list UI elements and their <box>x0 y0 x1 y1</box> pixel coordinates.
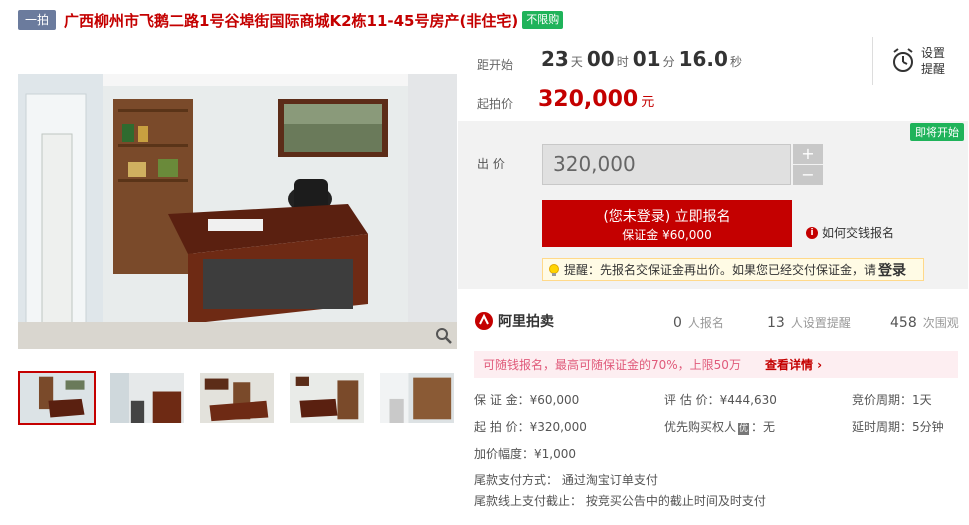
start-price-value: 320,000 <box>538 87 639 112</box>
signup-count-num: 0 <box>673 315 682 331</box>
thumbnail-4[interactable] <box>288 371 366 425</box>
thumbnail-1[interactable] <box>18 371 96 425</box>
thumbnail-2[interactable] <box>108 371 186 425</box>
bid-cycle-info: 竞价周期：1天 <box>852 393 932 407</box>
countdown-days: 23 <box>541 47 569 71</box>
reminder-count-num: 13 <box>767 315 785 331</box>
reminder-label-2: 提醒 <box>921 62 946 76</box>
bid-panel: 即将开始 出 价 320,000 + − (您未登录) 立即报名 保证金 ¥60… <box>458 121 968 289</box>
ali-auction-logo-icon <box>475 312 493 330</box>
countdown-seconds-unit: 秒 <box>729 55 742 69</box>
start-price: 320,000 元 <box>538 87 654 112</box>
decrease-bid-button[interactable]: − <box>793 165 823 185</box>
main-photo[interactable] <box>18 74 457 349</box>
loan-text: 可随钱报名，最高可随保证金的70%，上限50万 <box>483 358 741 372</box>
loan-banner: 可随钱报名，最高可随保证金的70%，上限50万 查看详情 › <box>474 351 958 378</box>
increment-info: 加价幅度：¥1,000 <box>474 447 576 461</box>
login-tip: 提醒：先报名交保证金再出价。如果您已经交付保证金，请 登录 <box>542 258 924 281</box>
bid-label: 出 价 <box>477 157 505 171</box>
priority-badge: 优 <box>738 423 750 435</box>
countdown-seconds: 16.0 <box>678 47 728 71</box>
countdown-timer: 23 天 00 时 01 分 16.0 秒 <box>541 47 746 71</box>
payment-deadline-info: 尾款线上支付截止： 按竞买公告中的截止时间及时支付 <box>474 494 766 508</box>
brand-logo: 阿里拍卖 <box>474 311 554 331</box>
thumbnail-strip <box>18 371 456 425</box>
bid-amount-input[interactable]: 320,000 <box>542 144 791 185</box>
auction-round-badge: 一拍 <box>18 10 57 30</box>
signup-deposit-label: 保证金 ¥60,000 <box>622 228 712 242</box>
zoom-icon[interactable] <box>435 327 453 345</box>
view-count-label: 次围观 <box>922 316 959 330</box>
priority-buyer-label: 优先购买权人 <box>664 420 737 434</box>
set-reminder-button[interactable]: 设置 提醒 <box>872 37 952 85</box>
delay-cycle-info: 延时周期：5分钟 <box>852 420 944 434</box>
countdown-minutes: 01 <box>632 47 661 71</box>
signup-count: 0 人报名 <box>673 314 724 331</box>
lightbulb-icon <box>549 263 559 276</box>
appraisal-info: 评 估 价：¥444,630 <box>664 393 777 407</box>
countdown-days-unit: 天 <box>570 55 583 69</box>
start-price-unit: 元 <box>641 95 655 110</box>
payment-method-info: 尾款支付方式： 通过淘宝订单支付 <box>474 473 658 487</box>
loan-details-link[interactable]: 查看详情 › <box>765 356 822 373</box>
countdown-hours: 00 <box>586 47 615 71</box>
priority-buyer-value: ：无 <box>751 420 776 434</box>
view-count-num: 458 <box>890 315 917 331</box>
bid-stepper: + − <box>793 144 823 185</box>
brand-name: 阿里拍卖 <box>498 314 554 330</box>
reminder-count: 13 人设置提醒 <box>767 314 851 331</box>
tip-text: 提醒：先报名交保证金再出价。如果您已经交付保证金，请 <box>564 263 877 277</box>
countdown-label: 距开始 <box>477 58 514 72</box>
view-count: 458 次围观 <box>890 314 959 331</box>
countdown-minutes-unit: 分 <box>662 55 675 69</box>
thumbnail-3[interactable] <box>198 371 276 425</box>
start-price-label: 起拍价 <box>477 97 514 111</box>
thumbnail-5[interactable] <box>378 371 456 425</box>
countdown-hours-unit: 时 <box>616 55 629 69</box>
info-icon: i <box>806 226 818 239</box>
reminder-label-1: 设置 <box>921 46 946 60</box>
status-badge: 即将开始 <box>910 123 964 141</box>
deposit-info: 保 证 金：¥60,000 <box>474 393 580 407</box>
purchase-limit-badge: 不限购 <box>522 11 564 29</box>
priority-buyer-info: 优先购买权人优：无 <box>664 418 775 435</box>
property-title: 广西柳州市飞鹅二路1号谷埠街国际商城K2栋11-45号房产(非住宅) <box>64 11 519 30</box>
title-row: 一拍 广西柳州市飞鹅二路1号谷埠街国际商城K2栋11-45号房产(非住宅) 不限… <box>18 9 564 31</box>
login-link[interactable]: 登录 <box>878 260 906 280</box>
alarm-clock-icon <box>893 48 913 72</box>
start-price-info: 起 拍 价：¥320,000 <box>474 420 587 434</box>
office-photo <box>18 74 457 349</box>
signup-button[interactable]: (您未登录) 立即报名 保证金 ¥60,000 <box>542 200 792 247</box>
signup-button-label: (您未登录) 立即报名 <box>603 209 731 225</box>
how-to-pay-link[interactable]: i 如何交钱报名 <box>806 224 894 241</box>
how-to-pay-label: 如何交钱报名 <box>822 226 895 240</box>
reminder-count-label: 人设置提醒 <box>790 316 851 330</box>
increase-bid-button[interactable]: + <box>793 144 823 164</box>
signup-count-label: 人报名 <box>687 316 724 330</box>
